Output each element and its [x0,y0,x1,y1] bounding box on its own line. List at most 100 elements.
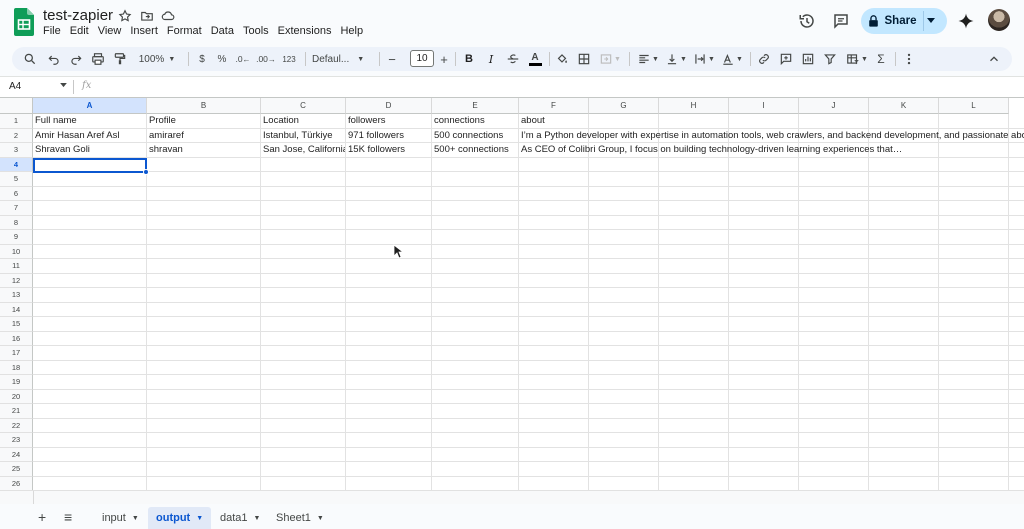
column-header-e[interactable]: E [432,98,519,114]
share-dropdown-icon[interactable] [927,18,935,24]
star-icon[interactable] [118,9,132,23]
fill-handle[interactable] [143,169,149,175]
cell-f3[interactable]: As CEO of Colibri Group, I focus on buil… [519,143,1024,158]
row-header-9[interactable]: 9 [0,230,33,245]
vertical-align-icon[interactable]: ▼ [664,51,688,67]
filter-icon[interactable] [823,51,837,67]
search-menus-icon[interactable] [22,51,38,67]
horizontal-align-icon[interactable]: ▼ [636,51,660,67]
filter-views-icon[interactable]: ▼ [845,51,869,67]
strikethrough-icon[interactable] [506,51,520,67]
cell-e3[interactable]: 500+ connections [432,143,518,158]
paint-format-icon[interactable] [112,51,128,67]
select-all-corner[interactable] [0,98,33,114]
menu-format[interactable]: Format [162,25,206,37]
sheet-tab-input[interactable]: input ▼ [94,507,147,529]
functions-button[interactable]: Σ [874,51,888,67]
column-header-k[interactable]: K [869,98,939,114]
move-folder-icon[interactable] [140,9,154,23]
spreadsheet-grid[interactable]: ABCDEFGHIJKL 1 2 3 4 5 6 7 8 9 10 11 12 13 14 15 16 17 18… [0,97,1024,490]
share-button[interactable]: Share [861,8,947,34]
sheets-logo-icon[interactable] [14,8,34,36]
decrease-font-size-button[interactable]: − [386,51,398,67]
bold-button[interactable]: B [462,51,476,67]
column-header-h[interactable]: H [659,98,729,114]
column-header-a[interactable]: A [33,98,147,114]
menu-extensions[interactable]: Extensions [273,25,336,37]
menu-edit[interactable]: Edit [65,25,93,37]
text-rotation-icon[interactable]: ▼ [720,51,744,67]
row-header-14[interactable]: 14 [0,302,33,317]
zoom-select[interactable]: 100% ▼ [134,51,180,67]
cell-a2[interactable]: Amir Hasan Aref Asl [33,129,146,144]
decrease-decimal-button[interactable]: .0 ← [234,51,252,67]
all-sheets-button[interactable]: ≡ [64,509,72,525]
collapse-menus-icon[interactable] [987,51,1001,67]
menu-data[interactable]: Data [206,25,238,37]
row-header-12[interactable]: 12 [0,273,33,288]
cell-a3[interactable]: Shravan Goli [33,143,146,158]
column-header-g[interactable]: G [589,98,659,114]
row-header-13[interactable]: 13 [0,288,33,303]
add-sheet-button[interactable]: + [38,509,46,525]
format-percent-button[interactable]: % [215,51,229,67]
column-header-f[interactable]: F [519,98,589,114]
italic-button[interactable]: I [484,51,498,67]
more-formats-button[interactable]: 123 [280,51,298,67]
avatar[interactable] [988,9,1010,31]
row-header-3[interactable]: 3 [0,143,33,158]
row-header-7[interactable]: 7 [0,201,33,216]
row-header-19[interactable]: 19 [0,375,33,390]
cell-f1[interactable]: about [519,114,1024,129]
document-title[interactable]: test-zapier [43,7,113,24]
cell-b2[interactable]: amiraref [147,129,260,144]
increase-font-size-button[interactable]: + [438,51,450,67]
row-header-15[interactable]: 15 [0,317,33,332]
menu-view[interactable]: View [93,25,126,37]
row-header-20[interactable]: 20 [0,389,33,404]
formula-input[interactable] [100,80,1000,94]
text-color-button[interactable]: A [528,51,542,67]
undo-icon[interactable] [46,51,62,67]
row-header-6[interactable]: 6 [0,186,33,201]
cell-e2[interactable]: 500 connections [432,129,518,144]
menu-tools[interactable]: Tools [238,25,273,37]
text-wrapping-icon[interactable]: ▼ [692,51,716,67]
row-header-22[interactable]: 22 [0,418,33,433]
menu-insert[interactable]: Insert [126,25,163,37]
font-select[interactable]: Defaul... ▼ [312,51,372,67]
row-header-4[interactable]: 4 [0,157,33,172]
increase-decimal-button[interactable]: .00 → [256,51,276,67]
horizontal-scroll-area[interactable] [0,490,1024,505]
column-header-d[interactable]: D [346,98,432,114]
insert-comment-icon[interactable] [779,51,793,67]
redo-icon[interactable] [68,51,84,67]
menu-file[interactable]: File [43,25,65,37]
cell-f2[interactable]: I’m a Python developer with expertise in… [519,129,1024,144]
cell-c3[interactable]: San Jose, California [261,143,345,158]
row-header-2[interactable]: 2 [0,128,33,143]
borders-icon[interactable] [577,51,591,67]
insert-chart-icon[interactable] [801,51,815,67]
cell-e1[interactable]: connections [432,114,518,129]
row-header-23[interactable]: 23 [0,433,33,448]
cell-d2[interactable]: 971 followers [346,129,431,144]
row-header-26[interactable]: 26 [0,476,33,490]
row-header-17[interactable]: 17 [0,346,33,361]
row-header-10[interactable]: 10 [0,244,33,259]
font-size-input[interactable]: 10 [410,50,434,67]
gemini-sparkle-icon[interactable] [957,12,975,30]
print-icon[interactable] [90,51,106,67]
cell-b3[interactable]: shravan [147,143,260,158]
column-header-i[interactable]: I [729,98,799,114]
row-header-8[interactable]: 8 [0,215,33,230]
cell-d1[interactable]: followers [346,114,431,129]
cell-a1[interactable]: Full name [33,114,146,129]
cell-c1[interactable]: Location [261,114,345,129]
sheet-tab-sheet1[interactable]: Sheet1 ▼ [268,507,332,529]
name-box[interactable]: A4 [9,81,21,92]
row-header-18[interactable]: 18 [0,360,33,375]
column-header-j[interactable]: J [799,98,869,114]
column-header-c[interactable]: C [261,98,346,114]
column-header-l[interactable]: L [939,98,1009,114]
